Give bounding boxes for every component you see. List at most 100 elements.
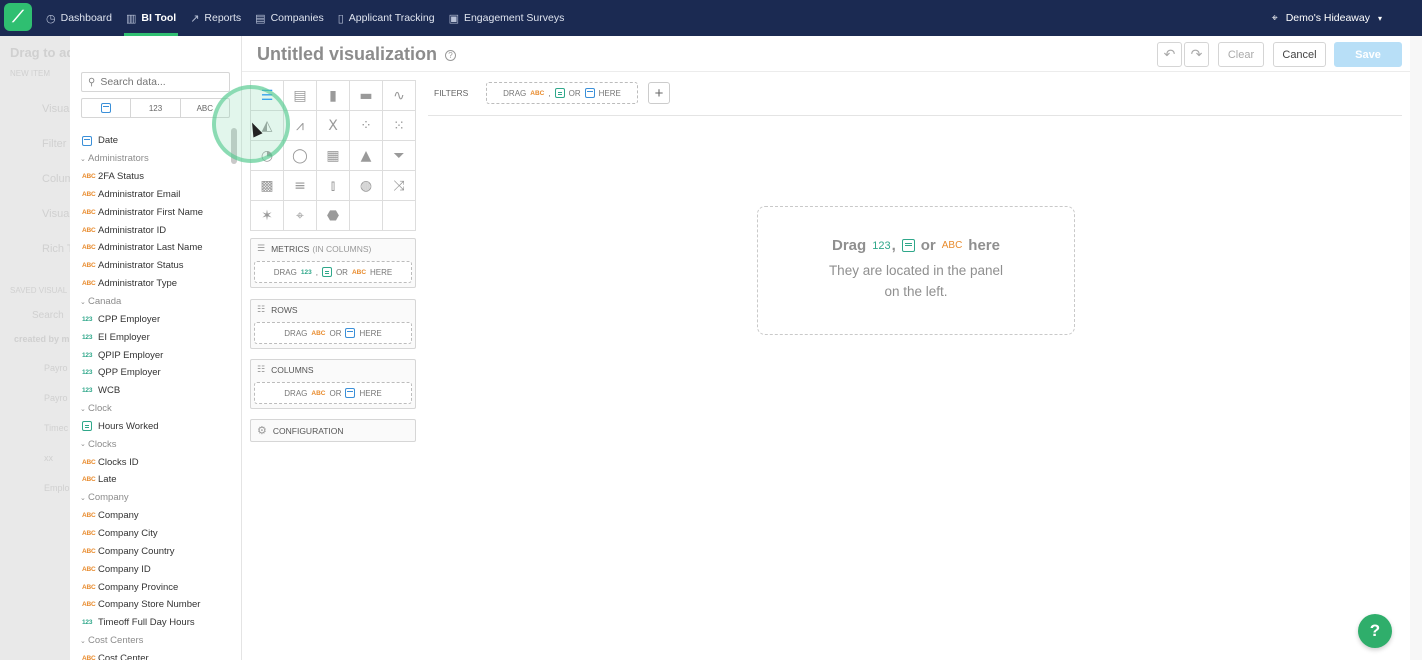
text-attribute-icon: ABC	[82, 512, 96, 520]
field-item[interactable]: ABC Administrator Status	[82, 257, 232, 275]
number-metric-icon: 123	[82, 333, 93, 341]
field-item[interactable]: ABC Late	[82, 471, 232, 489]
page-scrollbar[interactable]	[1410, 36, 1422, 660]
scatter-plot-icon[interactable]: ⁘	[350, 111, 383, 141]
field-group-header[interactable]: ⌄ Canada	[80, 293, 232, 311]
pivot-table-icon[interactable]: ▤	[284, 81, 317, 111]
field-label: Date	[98, 135, 119, 147]
search-input[interactable]	[100, 76, 216, 88]
bubble-chart-icon[interactable]: ⁙	[383, 111, 416, 141]
nav-item-label: Dashboard	[60, 12, 112, 24]
heatmap-icon[interactable]: ▩	[251, 171, 284, 201]
nav-item-dashboard[interactable]: ◷ Dashboard	[46, 0, 112, 36]
text-attribute-icon: ABC	[82, 547, 96, 555]
field-group-header[interactable]: ⌄ Company	[80, 489, 232, 507]
tab-numbers[interactable]: 123	[131, 99, 181, 117]
field-item[interactable]: 123 CPP Employer	[82, 310, 232, 328]
search-box[interactable]: ⚲	[81, 72, 230, 92]
field-group-header[interactable]: ⌄ Administrators	[80, 150, 232, 168]
rows-drop-zone[interactable]: DRAG ABC OR HERE	[254, 322, 412, 344]
field-label: Administrator Type	[98, 278, 178, 290]
save-button[interactable]: Save	[1334, 42, 1402, 67]
headline-icon[interactable]: X	[317, 111, 350, 141]
radar-icon[interactable]: ✶	[251, 201, 284, 231]
field-item[interactable]: ABC 2FA Status	[82, 168, 232, 186]
region-map-icon[interactable]: ⬣	[317, 201, 350, 231]
bar-chart-icon[interactable]: ▬	[350, 81, 383, 111]
empty-slot	[350, 201, 383, 231]
filters-drop-zone[interactable]: DRAG ABC , OR HERE	[486, 82, 638, 104]
chevron-down-icon: ⌄	[80, 404, 86, 413]
field-item[interactable]: ABC Company City	[82, 525, 232, 543]
field-date[interactable]: Date	[82, 132, 232, 150]
field-item[interactable]: ABC Administrator Email	[82, 186, 232, 204]
column-chart-icon[interactable]: ▮	[317, 81, 350, 111]
field-item[interactable]: 123 Timeoff Full Day Hours	[82, 614, 232, 632]
field-item[interactable]: 123 QPIP Employer	[82, 346, 232, 364]
field-group-label: Canada	[88, 296, 122, 308]
field-item[interactable]: ABC Administrator Last Name	[82, 239, 232, 257]
undo-button[interactable]: ↶	[1157, 42, 1182, 67]
text-attribute-icon: ABC	[82, 190, 96, 198]
field-item[interactable]: ABC Administrator Type	[82, 275, 232, 293]
funnel-icon[interactable]: ⏷	[383, 141, 416, 171]
help-chat-button[interactable]: ?	[1358, 614, 1392, 648]
field-item[interactable]: ABC Clocks ID	[82, 453, 232, 471]
app-logo[interactable]: ⟋	[4, 3, 32, 31]
field-item[interactable]: 123 EI Employer	[82, 328, 232, 346]
metrics-drop-zone[interactable]: DRAG 123 , OR ABC HERE	[254, 261, 412, 283]
line-chart-icon[interactable]: ∿	[383, 81, 416, 111]
field-label: QPP Employer	[98, 367, 161, 379]
geo-chart-icon[interactable]: ◍	[350, 171, 383, 201]
field-item[interactable]: ABC Company Store Number	[82, 596, 232, 614]
field-group-label: Clock	[88, 403, 112, 415]
field-item[interactable]: ABC Company Country	[82, 542, 232, 560]
clear-button[interactable]: Clear	[1218, 42, 1264, 67]
field-group-header[interactable]: ⌄ Cost Centers	[80, 632, 232, 650]
field-item[interactable]: ABC Company Province	[82, 578, 232, 596]
pyramid-icon[interactable]: ▲	[350, 141, 383, 171]
pushpin-map-icon[interactable]: ⌖	[284, 201, 317, 231]
bi-tool-icon: ▥	[125, 11, 137, 25]
text-attribute-icon: ABC	[82, 173, 96, 181]
field-group-header[interactable]: ⌄ Clock	[80, 400, 232, 418]
help-icon[interactable]: ?	[445, 49, 457, 61]
nav-item-engagement-surveys[interactable]: ▣ Engagement Surveys	[449, 0, 565, 36]
donut-chart-icon[interactable]: ◯	[284, 141, 317, 171]
treemap-icon[interactable]: ▦	[317, 141, 350, 171]
field-list: Date ⌄ Administrators ABC 2FA Status ABC Admi…	[80, 132, 232, 660]
columns-drop-zone[interactable]: DRAG ABC OR HERE	[254, 382, 412, 404]
drop-comma: ,	[548, 88, 551, 98]
nav-item-applicant-tracking[interactable]: ▯ Applicant Tracking	[338, 0, 435, 36]
nav-item-label: Applicant Tracking	[348, 12, 435, 24]
visualization-title[interactable]: Untitled visualization?	[257, 44, 457, 65]
nav-item-reports[interactable]: ↗ Reports	[190, 0, 241, 36]
nav-item-companies[interactable]: ▤ Companies	[255, 0, 324, 36]
field-item[interactable]: 123 WCB	[82, 382, 232, 400]
field-group-header[interactable]: ⌄ Clocks	[80, 435, 232, 453]
field-item[interactable]: Hours Worked	[82, 418, 232, 436]
location-selector[interactable]: ⌖ Demo's Hideaway ▾	[1268, 0, 1386, 36]
bg-saved-item: xx	[44, 453, 53, 463]
field-item[interactable]: ABC Administrator First Name	[82, 203, 232, 221]
field-item[interactable]: 123 QPP Employer	[82, 364, 232, 382]
bullet-chart-icon[interactable]: ≡	[284, 171, 317, 201]
drop-or: OR	[329, 388, 342, 398]
field-item[interactable]: ABC Administrator ID	[82, 221, 232, 239]
tab-date[interactable]	[82, 99, 132, 117]
redo-button[interactable]: ↷	[1184, 42, 1209, 67]
waterfall-icon[interactable]: ⫾	[317, 171, 350, 201]
cancel-button[interactable]: Cancel	[1273, 42, 1326, 67]
configuration-bucket[interactable]: ⚙ CONFIGURATION	[250, 419, 416, 442]
sankey-icon[interactable]: ⤨	[383, 171, 416, 201]
field-item[interactable]: ABC Cost Center	[82, 649, 232, 660]
field-item[interactable]: ABC Company ID	[82, 560, 232, 578]
add-filter-button[interactable]: +	[648, 82, 670, 104]
field-item[interactable]: ABC Company	[82, 507, 232, 525]
nav-item-bi-tool[interactable]: ▥ BI Tool	[123, 0, 179, 36]
canvas-drop-zone[interactable]: Drag 123, or ABC here They are located i…	[757, 206, 1075, 335]
columns-title: COLUMNS	[271, 365, 314, 375]
columns-bucket: ☷ COLUMNS DRAG ABC OR HERE	[250, 359, 416, 409]
field-label: Clocks ID	[98, 456, 139, 468]
text-attribute-icon: ABC	[82, 476, 96, 484]
